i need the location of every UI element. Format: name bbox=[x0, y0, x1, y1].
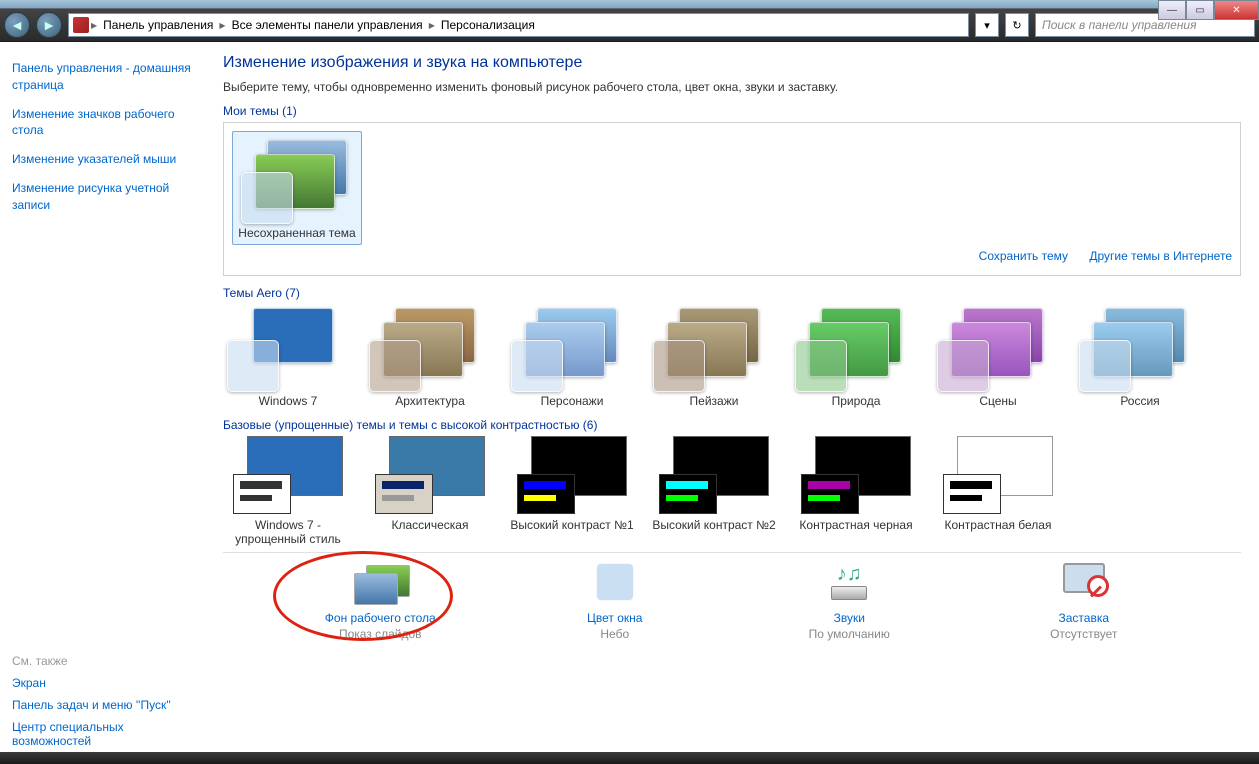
theme-hc-black[interactable]: Контрастная черная bbox=[791, 436, 921, 546]
desktop-background-icon bbox=[352, 563, 408, 605]
theme-unsaved[interactable]: Несохраненная тема bbox=[232, 131, 362, 245]
footer-sublabel: Отсутствует bbox=[994, 627, 1174, 641]
chevron-right-icon: ▶ bbox=[91, 21, 97, 30]
footer-label: Фон рабочего стола bbox=[290, 611, 470, 625]
close-button[interactable]: ✕ bbox=[1214, 0, 1259, 20]
theme-label: Высокий контраст №1 bbox=[507, 518, 637, 532]
theme-hc-white[interactable]: Контрастная белая bbox=[933, 436, 1063, 546]
footer-label: Заставка bbox=[994, 611, 1174, 625]
theme-label: Персонажи bbox=[507, 394, 637, 408]
basic-themes-label: Базовые (упрощенные) темы и темы с высок… bbox=[223, 418, 1241, 432]
chevron-right-icon: ▶ bbox=[429, 21, 435, 30]
theme-label: Пейзажи bbox=[649, 394, 779, 408]
main-area: Панель управления - домашняя страница Из… bbox=[0, 42, 1259, 752]
sidebar: Панель управления - домашняя страница Из… bbox=[0, 42, 205, 752]
sidebar-link-desktop-icons[interactable]: Изменение значков рабочего стола bbox=[12, 106, 193, 140]
sidebar-link-mouse-pointers[interactable]: Изменение указателей мыши bbox=[12, 151, 193, 168]
theme-label: Контрастная черная bbox=[791, 518, 921, 532]
sounds-icon: ♪♫ bbox=[821, 563, 877, 605]
footer-label: Звуки bbox=[759, 611, 939, 625]
theme-label: Несохраненная тема bbox=[237, 226, 357, 240]
maximize-button[interactable]: ▭ bbox=[1186, 0, 1214, 20]
save-theme-link[interactable]: Сохранить тему bbox=[979, 249, 1068, 263]
address-bar[interactable]: ▶ Панель управления ▶ Все элементы панел… bbox=[68, 13, 969, 37]
theme-label: Природа bbox=[791, 394, 921, 408]
see-also-label: См. также bbox=[12, 654, 193, 668]
forward-button[interactable]: ► bbox=[36, 12, 62, 38]
screensaver-button[interactable]: Заставка Отсутствует bbox=[994, 563, 1174, 641]
refresh-button[interactable]: ↻ bbox=[1005, 13, 1029, 37]
footer-label: Цвет окна bbox=[525, 611, 705, 625]
window-controls: — ▭ ✕ bbox=[1158, 0, 1259, 20]
screensaver-icon bbox=[1056, 563, 1112, 605]
theme-windows7[interactable]: Windows 7 bbox=[223, 304, 353, 408]
theme-architecture[interactable]: Архитектура bbox=[365, 304, 495, 408]
theme-classic[interactable]: Классическая bbox=[365, 436, 495, 546]
desktop-background-button[interactable]: Фон рабочего стола Показ слайдов bbox=[290, 563, 470, 641]
sidebar-link-account-picture[interactable]: Изменение рисунка учетной записи bbox=[12, 180, 193, 214]
see-also-taskbar[interactable]: Панель задач и меню ''Пуск'' bbox=[12, 698, 193, 712]
sidebar-home-link[interactable]: Панель управления - домашняя страница bbox=[12, 60, 193, 94]
theme-label: Архитектура bbox=[365, 394, 495, 408]
theme-nature[interactable]: Природа bbox=[791, 304, 921, 408]
breadcrumb-segment[interactable]: Все элементы панели управления bbox=[228, 18, 427, 32]
aero-themes-row: Windows 7 Архитектура Персонажи Пейзажи … bbox=[223, 304, 1241, 408]
footer-sublabel: Показ слайдов bbox=[290, 627, 470, 641]
window-color-button[interactable]: Цвет окна Небо bbox=[525, 563, 705, 641]
breadcrumb-segment[interactable]: Персонализация bbox=[437, 18, 539, 32]
theme-label: Windows 7 - упрощенный стиль bbox=[223, 518, 353, 546]
theme-hc2[interactable]: Высокий контраст №2 bbox=[649, 436, 779, 546]
footer-settings-row: Фон рабочего стола Показ слайдов Цвет ок… bbox=[223, 552, 1241, 651]
back-button[interactable]: ◄ bbox=[4, 12, 30, 38]
see-also-display[interactable]: Экран bbox=[12, 676, 193, 690]
see-also-accessibility[interactable]: Центр специальных возможностей bbox=[12, 720, 193, 748]
my-themes-section: Несохраненная тема Сохранить тему Другие… bbox=[223, 122, 1241, 276]
theme-win7-basic[interactable]: Windows 7 - упрощенный стиль bbox=[223, 436, 353, 546]
titlebar: — ▭ ✕ bbox=[0, 0, 1259, 8]
online-themes-link[interactable]: Другие темы в Интернете bbox=[1089, 249, 1232, 263]
footer-sublabel: Небо bbox=[525, 627, 705, 641]
footer-sublabel: По умолчанию bbox=[759, 627, 939, 641]
chevron-right-icon: ▶ bbox=[219, 21, 225, 30]
taskbar-fragment bbox=[0, 752, 1259, 764]
theme-action-links: Сохранить тему Другие темы в Интернете bbox=[232, 245, 1232, 267]
theme-russia[interactable]: Россия bbox=[1075, 304, 1205, 408]
aero-themes-label: Темы Aero (7) bbox=[223, 286, 1241, 300]
breadcrumb-segment[interactable]: Панель управления bbox=[99, 18, 217, 32]
theme-label: Высокий контраст №2 bbox=[649, 518, 779, 532]
window-color-icon bbox=[587, 563, 643, 605]
address-dropdown-button[interactable]: ▾ bbox=[975, 13, 999, 37]
theme-label: Контрастная белая bbox=[933, 518, 1063, 532]
navigation-bar: ◄ ► ▶ Панель управления ▶ Все элементы п… bbox=[0, 8, 1259, 42]
theme-label: Сцены bbox=[933, 394, 1063, 408]
control-panel-icon bbox=[73, 17, 89, 33]
my-themes-label: Мои темы (1) bbox=[223, 104, 1241, 118]
minimize-button[interactable]: — bbox=[1158, 0, 1186, 20]
theme-hc1[interactable]: Высокий контраст №1 bbox=[507, 436, 637, 546]
page-description: Выберите тему, чтобы одновременно измени… bbox=[223, 80, 1241, 94]
theme-characters[interactable]: Персонажи bbox=[507, 304, 637, 408]
theme-label: Windows 7 bbox=[223, 394, 353, 408]
page-title: Изменение изображения и звука на компьют… bbox=[223, 54, 1241, 72]
sounds-button[interactable]: ♪♫ Звуки По умолчанию bbox=[759, 563, 939, 641]
content-area: Изменение изображения и звука на компьют… bbox=[205, 42, 1259, 752]
theme-landscapes[interactable]: Пейзажи bbox=[649, 304, 779, 408]
basic-themes-row: Windows 7 - упрощенный стиль Классическа… bbox=[223, 436, 1241, 546]
theme-label: Классическая bbox=[365, 518, 495, 532]
theme-label: Россия bbox=[1075, 394, 1205, 408]
theme-scenes[interactable]: Сцены bbox=[933, 304, 1063, 408]
